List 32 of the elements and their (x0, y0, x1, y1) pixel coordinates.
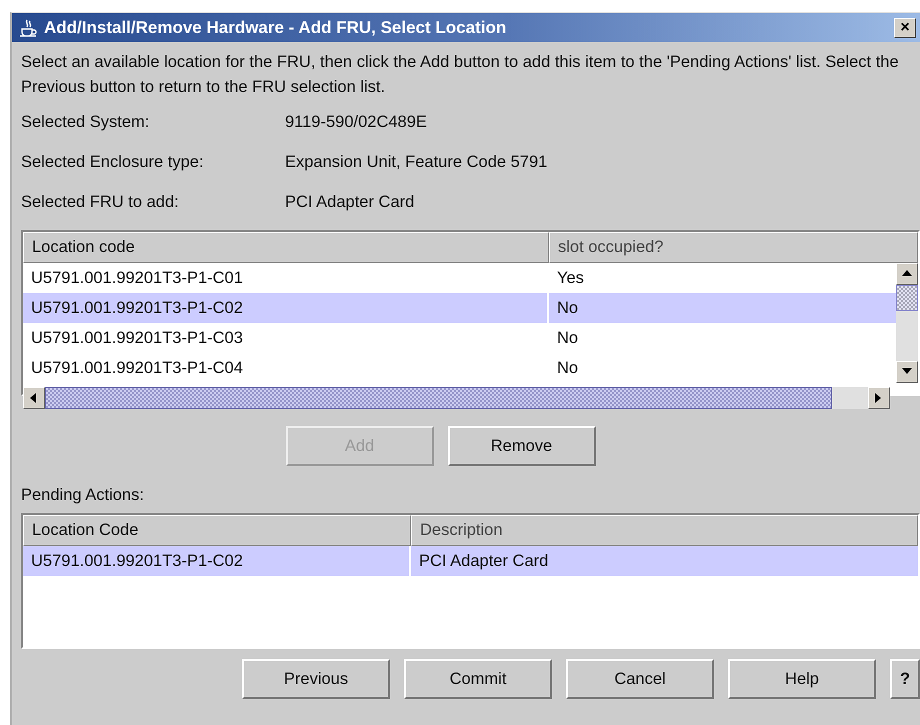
column-header[interactable]: Location Code (23, 515, 411, 546)
instructions-text: Select an available location for the FRU, then click the Add button to add this item to the 'Pending Actions' list. Select the Previous button to return to the FRU selection list. (21, 52, 900, 98)
info-label: Selected FRU to add: (21, 192, 180, 213)
info-label: Selected System: (21, 112, 150, 133)
pending-row[interactable]: U5791.001.99201T3-P1-C02 PCI Adapter Card (23, 546, 918, 576)
help-question-button[interactable]: ? (890, 659, 920, 699)
table-cell-text: No (556, 358, 580, 379)
table-cell: U5791.001.99201T3-P1-C02 (23, 546, 411, 576)
location-row[interactable]: U5791.001.99201T3-P1-C02 No (23, 293, 896, 323)
scroll-thumb[interactable] (896, 285, 918, 311)
table-cell-text: No (556, 298, 580, 319)
java-cup-icon (18, 18, 38, 38)
dialog-button[interactable]: Commit (404, 659, 552, 699)
close-button[interactable]: × (894, 18, 916, 38)
info-value: Expansion Unit, Feature Code 5791 (285, 152, 548, 173)
column-header[interactable]: Description (411, 515, 918, 546)
vertical-scrollbar[interactable] (896, 263, 918, 383)
column-header[interactable]: slot occupied? (549, 232, 918, 263)
column-header[interactable]: Location code (23, 232, 549, 263)
pending-actions-label: Pending Actions: (21, 486, 145, 505)
dialog-button[interactable]: Help (728, 659, 876, 699)
table-cell-text: Yes (556, 268, 585, 289)
window-title: Add/Install/Remove Hardware - Add FRU, Select Location (44, 18, 508, 38)
dialog-button[interactable]: Previous (242, 659, 390, 699)
dialog-button[interactable]: Cancel (566, 659, 714, 699)
table-cell-text: PCI Adapter Card (418, 551, 550, 572)
info-value: 9119-590/02C489E (285, 112, 428, 133)
list-action-button[interactable]: Remove (448, 426, 596, 466)
info-label: Selected Enclosure type: (21, 152, 205, 173)
table-cell: U5791.001.99201T3-P1-C04 (23, 353, 549, 383)
info-value: PCI Adapter Card (285, 192, 416, 213)
table-cell-text: No (556, 328, 580, 349)
